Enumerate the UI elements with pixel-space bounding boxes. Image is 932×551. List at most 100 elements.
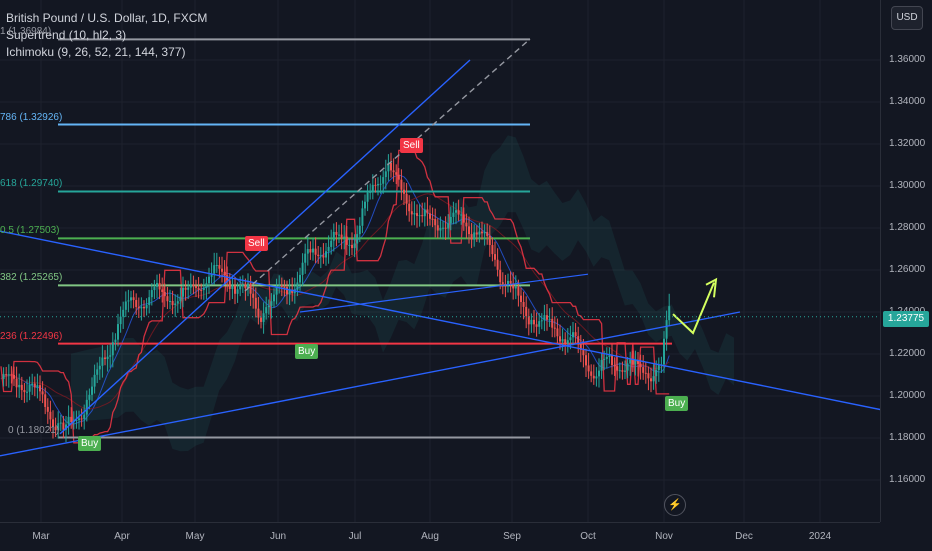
candle-body bbox=[2, 374, 5, 379]
price-tick: 1.16000 bbox=[889, 474, 926, 485]
candle-body bbox=[257, 308, 260, 318]
price-tick: 1.22000 bbox=[889, 348, 926, 359]
ichimoku-indicator-label[interactable]: Ichimoku (9, 26, 52, 21, 144, 377) bbox=[6, 44, 207, 61]
candle-body bbox=[228, 280, 231, 289]
candle-body bbox=[642, 367, 645, 373]
lightning-icon[interactable]: ⚡ bbox=[664, 494, 686, 516]
candle-body bbox=[130, 297, 132, 301]
candle-body bbox=[647, 373, 650, 379]
buy-signal-november: Buy bbox=[665, 396, 689, 411]
month-label: Nov bbox=[655, 531, 673, 542]
candle-body bbox=[46, 406, 49, 412]
candle-body bbox=[163, 291, 166, 297]
month-label: Dec bbox=[735, 531, 753, 542]
candle-body bbox=[338, 234, 340, 236]
candle-body bbox=[553, 327, 556, 329]
candle-body bbox=[39, 385, 41, 392]
candle-body bbox=[483, 232, 486, 234]
symbol-title[interactable]: British Pound / U.S. Dollar, 1D, FXCM bbox=[6, 10, 207, 27]
candle-body bbox=[327, 246, 330, 252]
candle-body bbox=[569, 337, 572, 341]
candle-body bbox=[379, 183, 382, 185]
candle-body bbox=[400, 179, 403, 190]
candle-body bbox=[540, 320, 543, 322]
time-axis[interactable]: Mar Apr May Jun Jul Aug Sep Oct Nov Dec 2024 bbox=[0, 522, 880, 551]
candle-body bbox=[278, 285, 281, 287]
candle-body bbox=[621, 370, 624, 372]
candle-body bbox=[582, 349, 585, 356]
candle-body bbox=[462, 214, 465, 223]
candle-body bbox=[117, 324, 119, 340]
candle-body bbox=[28, 385, 31, 392]
price-tick: 1.34000 bbox=[889, 96, 926, 107]
sell-signal-july: Sell bbox=[400, 138, 423, 153]
candle-body bbox=[525, 306, 528, 317]
candle-body bbox=[481, 231, 483, 234]
candle-body bbox=[434, 219, 437, 226]
candle-body bbox=[306, 249, 309, 254]
candle-body bbox=[184, 287, 187, 290]
candle-body bbox=[59, 422, 62, 424]
candle-body bbox=[421, 215, 424, 217]
candle-body bbox=[465, 222, 468, 227]
month-label: Apr bbox=[114, 531, 130, 542]
candle-body bbox=[15, 378, 18, 388]
candle-body bbox=[106, 356, 109, 359]
price-chart[interactable] bbox=[0, 0, 880, 522]
price-scale[interactable]: USD 1.36000 1.34000 1.32000 1.30000 1.28000 1… bbox=[880, 0, 932, 522]
candle-body bbox=[104, 357, 106, 359]
currency-button[interactable]: USD bbox=[891, 6, 923, 30]
candle-body bbox=[509, 280, 512, 284]
candle-body bbox=[390, 162, 392, 171]
candle-body bbox=[171, 300, 174, 306]
candle-body bbox=[590, 371, 593, 376]
candle-body bbox=[410, 211, 413, 215]
candle-body bbox=[491, 245, 494, 255]
candle-body bbox=[473, 232, 476, 240]
candle-body bbox=[96, 369, 99, 375]
candle-body bbox=[286, 287, 288, 295]
candle-body bbox=[605, 356, 608, 359]
candle-body bbox=[18, 384, 21, 388]
candle-body bbox=[592, 375, 595, 379]
candle-body bbox=[418, 215, 421, 217]
candle-body bbox=[361, 208, 364, 226]
candle-body bbox=[122, 309, 125, 317]
fib-level-label: 236 (1.22496) bbox=[0, 330, 63, 342]
candle-body bbox=[36, 385, 39, 388]
candle-body bbox=[26, 391, 28, 393]
candle-body bbox=[382, 177, 385, 184]
candle-body bbox=[197, 287, 200, 290]
chart-area[interactable]: British Pound / U.S. Dollar, 1D, FXCM Su… bbox=[0, 0, 880, 522]
candle-body bbox=[158, 282, 161, 290]
candle-body bbox=[148, 297, 151, 306]
candle-body bbox=[83, 414, 86, 420]
candle-body bbox=[101, 357, 104, 366]
candle-body bbox=[444, 227, 447, 229]
candle-body bbox=[218, 265, 221, 269]
candle-body bbox=[244, 284, 247, 289]
candle-body bbox=[611, 355, 613, 366]
candle-body bbox=[585, 355, 587, 366]
candle-body bbox=[265, 307, 268, 314]
candle-body bbox=[169, 300, 171, 302]
candle-body bbox=[501, 282, 504, 284]
candle-body bbox=[613, 365, 616, 367]
month-label: Oct bbox=[580, 531, 596, 542]
candle-body bbox=[249, 283, 252, 294]
candle-body bbox=[150, 290, 153, 298]
candle-body bbox=[548, 318, 551, 320]
candle-body bbox=[668, 306, 671, 321]
candle-body bbox=[431, 218, 434, 220]
candle-body bbox=[135, 300, 138, 307]
candle-body bbox=[314, 248, 317, 255]
candle-body bbox=[351, 244, 353, 249]
candle-body bbox=[369, 191, 372, 193]
candle-body bbox=[182, 287, 184, 297]
candle-body bbox=[80, 418, 83, 420]
candle-body bbox=[67, 416, 70, 425]
candle-body bbox=[436, 225, 439, 231]
candle-body bbox=[426, 209, 429, 214]
candle-body bbox=[457, 210, 460, 215]
candle-body bbox=[161, 289, 164, 292]
